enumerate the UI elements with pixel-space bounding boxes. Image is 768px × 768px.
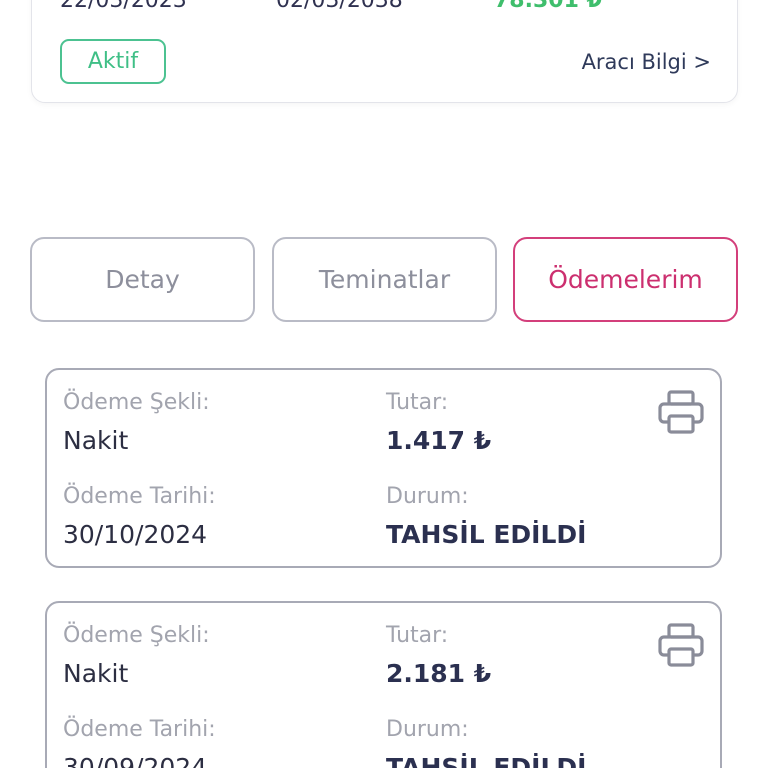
- payment-method-value: Nakit: [63, 659, 129, 688]
- policy-start-date: 22/03/2023: [60, 0, 187, 13]
- payment-date-label: Ödeme Tarihi:: [63, 717, 216, 742]
- policy-detail-screen: 22/03/2023 02/03/2038 78.301 ₺ Aktif Ara…: [0, 0, 768, 768]
- payment-method-label: Ödeme Şekli:: [63, 390, 210, 415]
- payment-amount-value: 2.181 ₺: [386, 659, 492, 688]
- policy-end-date: 02/03/2038: [276, 0, 403, 13]
- policy-amount: 78.301 ₺: [494, 0, 602, 13]
- payment-card: Ödeme Şekli: Nakit Tutar: 2.181 ₺ Ödeme …: [45, 601, 722, 768]
- tab-detay[interactable]: Detay: [30, 237, 255, 322]
- policy-summary-card: 22/03/2023 02/03/2038 78.301 ₺ Aktif Ara…: [31, 0, 738, 103]
- payment-date-label: Ödeme Tarihi:: [63, 484, 216, 509]
- payment-amount-value: 1.417 ₺: [386, 426, 492, 455]
- tab-odemelerim[interactable]: Ödemelerim: [513, 237, 738, 322]
- payment-card: Ödeme Şekli: Nakit Tutar: 1.417 ₺ Ödeme …: [45, 368, 722, 568]
- payment-date-value: 30/09/2024: [63, 753, 208, 768]
- payment-status-label: Durum:: [386, 717, 469, 742]
- printer-icon[interactable]: [658, 623, 704, 667]
- printer-icon[interactable]: [658, 390, 704, 434]
- payment-date-value: 30/10/2024: [63, 520, 208, 549]
- status-badge: Aktif: [60, 39, 166, 84]
- payment-method-value: Nakit: [63, 426, 129, 455]
- payment-method-label: Ödeme Şekli:: [63, 623, 210, 648]
- payment-amount-label: Tutar:: [386, 623, 449, 648]
- payment-status-label: Durum:: [386, 484, 469, 509]
- payment-amount-label: Tutar:: [386, 390, 449, 415]
- payment-status-value: TAHSİL EDİLDİ: [386, 520, 587, 549]
- payment-status-value: TAHSİL EDİLDİ: [386, 753, 587, 768]
- agent-info-link[interactable]: Aracı Bilgi >: [582, 50, 711, 74]
- tab-teminatlar[interactable]: Teminatlar: [272, 237, 497, 322]
